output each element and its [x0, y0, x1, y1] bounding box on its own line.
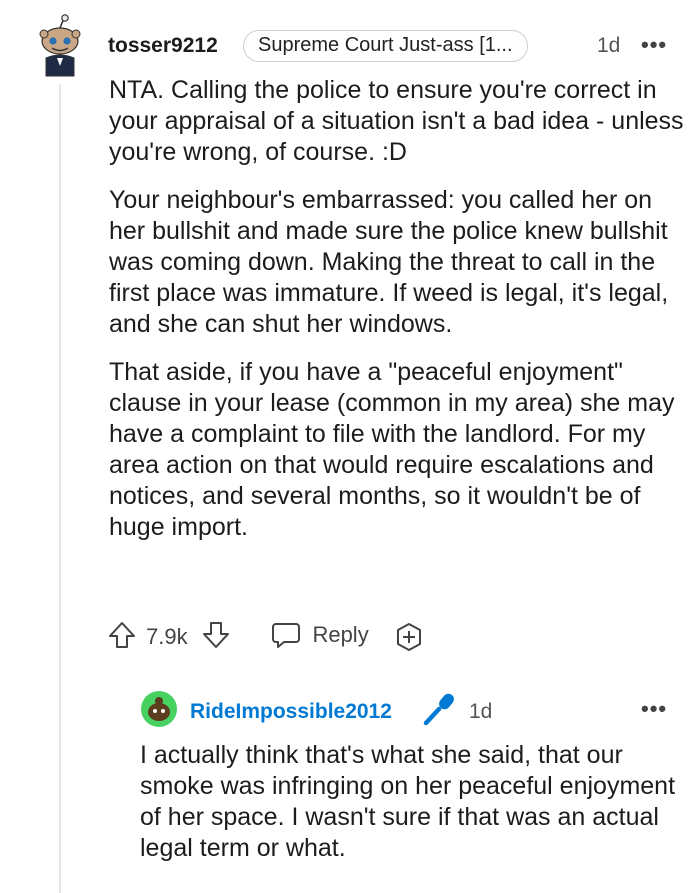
- reply-body: I actually think that's what she said, t…: [140, 741, 676, 862]
- downvote-button[interactable]: [201, 620, 231, 655]
- comment-username[interactable]: tosser9212: [108, 34, 218, 58]
- reply-more-icon[interactable]: •••: [641, 696, 667, 722]
- reply-user-badge: [421, 692, 457, 731]
- reply-username[interactable]: RideImpossible2012: [190, 700, 392, 724]
- green-avatar-icon: [141, 691, 177, 727]
- comment-avatar[interactable]: [34, 14, 86, 78]
- vote-count: 7.9k: [146, 624, 188, 649]
- downvote-icon: [203, 622, 229, 648]
- upvote-icon: [109, 622, 135, 648]
- upvote-button[interactable]: [107, 620, 137, 655]
- microphone-icon: [423, 693, 454, 726]
- award-button[interactable]: [393, 621, 425, 658]
- reply-avatar[interactable]: [140, 690, 178, 728]
- reply-age: 1d: [469, 700, 493, 723]
- reply-bubble-icon: [272, 623, 300, 648]
- reply-button[interactable]: Reply: [270, 620, 369, 652]
- comment-body: NTA. Calling the police to ensure you're…: [109, 75, 684, 560]
- comment-paragraph: That aside, if you have a "peaceful enjo…: [109, 358, 675, 541]
- user-flair: Supreme Court Just-ass [1...: [243, 30, 528, 62]
- reply-label: Reply: [312, 622, 369, 647]
- comment-age: 1d: [597, 34, 621, 57]
- more-icon[interactable]: •••: [641, 32, 667, 58]
- thread-line[interactable]: [59, 84, 61, 893]
- comment-paragraph: NTA. Calling the police to ensure you're…: [109, 76, 684, 166]
- award-plus-icon: [397, 623, 421, 651]
- snoo-avatar-icon: [39, 14, 81, 77]
- comment-paragraph: Your neighbour's embarrassed: you called…: [109, 186, 669, 338]
